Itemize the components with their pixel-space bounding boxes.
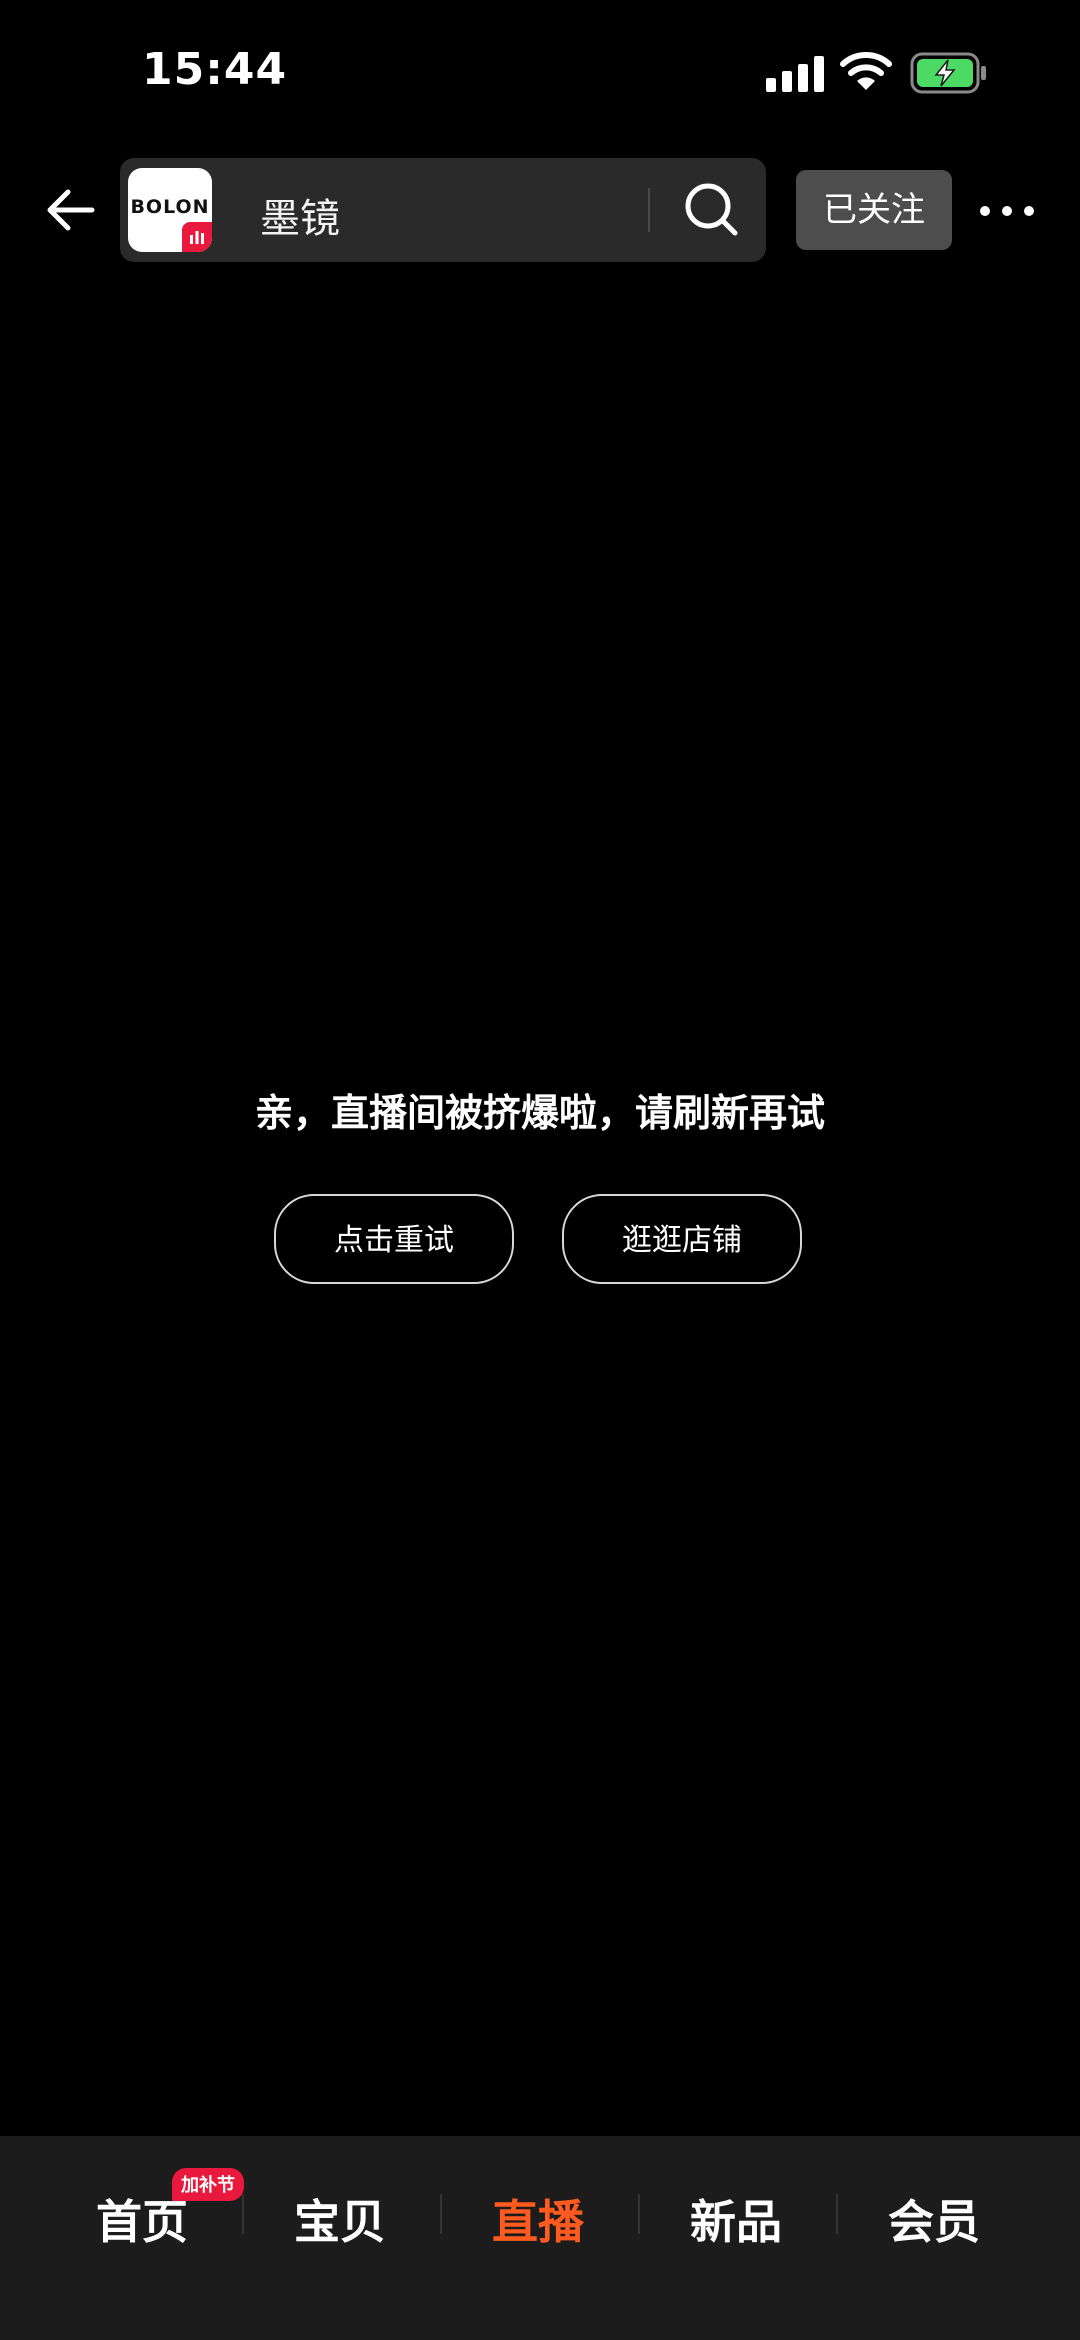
nav-item-new-arrivals[interactable]: 新品 [656, 2186, 816, 2252]
shop-logo[interactable]: BOLON [128, 168, 212, 252]
more-horizontal-icon[interactable] [976, 186, 1038, 236]
nav-item-membership[interactable]: 会员 [854, 2186, 1014, 2252]
shop-search-bar[interactable]: BOLON 墨镜 [120, 158, 766, 262]
visit-shop-button[interactable]: 逛逛店铺 [562, 1194, 802, 1284]
bottom-nav: 首页 加补节 宝贝 直播 新品 会员 [0, 2136, 1080, 2340]
live-bars-icon [182, 222, 212, 252]
battery-charging-icon [910, 52, 986, 94]
shop-logo-text: BOLON [130, 196, 210, 218]
nav-divider [440, 2194, 442, 2234]
error-message: 亲，直播间被挤爆啦，请刷新再试 [254, 1091, 825, 1135]
retry-button[interactable]: 点击重试 [274, 1194, 514, 1284]
promo-badge: 加补节 [172, 2168, 244, 2201]
back-button[interactable] [40, 178, 104, 242]
follow-button[interactable]: 已关注 [796, 170, 952, 250]
nav-item-products[interactable]: 宝贝 [260, 2186, 420, 2252]
signal-icon [766, 56, 824, 92]
nav-divider [836, 2194, 838, 2234]
nav-item-live[interactable]: 直播 [458, 2186, 618, 2252]
status-bar: 15:44 [0, 0, 1080, 150]
shop-header: BOLON 墨镜 已关注 [0, 150, 1080, 270]
search-icon[interactable] [680, 178, 744, 242]
nav-divider [638, 2194, 640, 2234]
nav-divider [242, 2194, 244, 2234]
search-divider [648, 188, 650, 232]
wifi-icon [840, 52, 892, 90]
shop-name: 墨镜 [260, 196, 340, 242]
status-time: 15:44 [142, 44, 288, 95]
